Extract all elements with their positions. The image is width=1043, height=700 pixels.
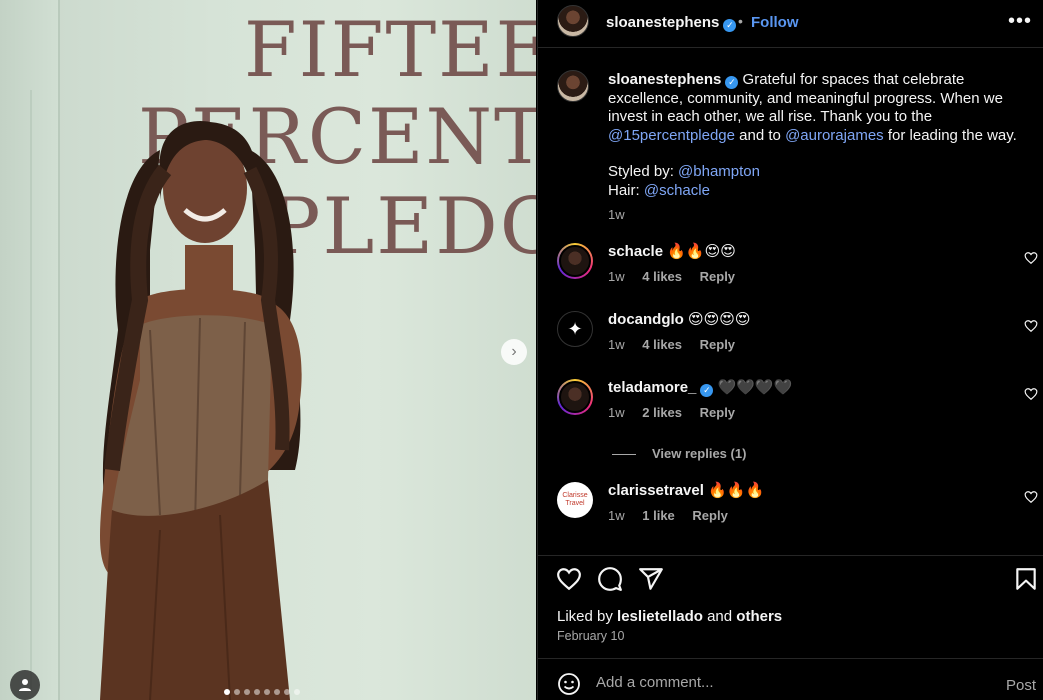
- comment-meta: 1w 1 like Reply: [608, 508, 742, 523]
- view-replies-label[interactable]: View replies (1): [652, 446, 746, 461]
- reply-button[interactable]: Reply: [700, 337, 735, 352]
- carousel-dot: [274, 689, 280, 695]
- like-comment-heart-icon[interactable]: [1024, 490, 1038, 504]
- liked-by-and: and: [707, 608, 733, 625]
- comment-likes[interactable]: 4 likes: [642, 269, 682, 284]
- like-comment-heart-icon[interactable]: [1024, 319, 1038, 333]
- comment-username[interactable]: teladamore_: [608, 379, 696, 396]
- carousel-dot: [234, 689, 240, 695]
- comment-body: 🔥🔥🔥: [708, 482, 765, 499]
- carousel-indicator: [224, 689, 300, 695]
- styled-by-label: Styled by:: [608, 163, 674, 180]
- caption-author-avatar[interactable]: [557, 70, 589, 102]
- like-comment-heart-icon[interactable]: [1024, 251, 1038, 265]
- comment-username[interactable]: schacle: [608, 243, 663, 260]
- liked-by-user[interactable]: leslietellado: [617, 608, 703, 625]
- verified-badge-icon: ✓: [723, 19, 737, 32]
- comment-text: teladamore_ ✓ 🖤🖤🖤🖤: [608, 379, 792, 397]
- post-image[interactable]: FIFTEEN PERCENT PLEDGE ›: [0, 0, 536, 700]
- comment-text: clarissetravel 🔥🔥🔥: [608, 482, 764, 500]
- comment-likes[interactable]: 1 like: [642, 508, 675, 523]
- mention-schacle[interactable]: @schacle: [644, 182, 710, 199]
- comment-username[interactable]: clarissetravel: [608, 482, 704, 499]
- chevron-right-icon: ›: [511, 343, 517, 360]
- comment-username[interactable]: docandglo: [608, 311, 684, 328]
- emoji-icon[interactable]: [557, 672, 581, 696]
- carousel-dot: [224, 689, 230, 695]
- comment-likes[interactable]: 4 likes: [642, 337, 682, 352]
- author-username[interactable]: sloanestephens ✓: [606, 14, 737, 32]
- comment-avatar[interactable]: [557, 379, 593, 415]
- comment-bubble-icon[interactable]: [597, 566, 623, 592]
- comment-avatar[interactable]: [557, 243, 593, 279]
- comment-body: 🔥🔥😍😍: [667, 243, 736, 260]
- bookmark-save-icon[interactable]: [1013, 566, 1039, 592]
- add-comment-bar: Post: [538, 658, 1043, 700]
- comment-likes[interactable]: 2 likes: [642, 405, 682, 420]
- carousel-dot: [284, 689, 290, 695]
- carousel-dot: [254, 689, 260, 695]
- liked-by-others[interactable]: others: [736, 608, 782, 625]
- caption-text-2: and to: [739, 126, 781, 144]
- post-side-panel: sloanestephens ✓ • Follow ••• sloanesteph…: [537, 0, 1043, 700]
- post-header: sloanestephens ✓ • Follow •••: [538, 0, 1043, 48]
- reply-button[interactable]: Reply: [692, 508, 727, 523]
- caption-body: sloanestephens ✓ Grateful for spaces that…: [608, 71, 1028, 225]
- separator-dot: •: [738, 13, 743, 29]
- post-actions: Liked by leslietellado and others Februa…: [538, 555, 1043, 700]
- person-figure: [100, 121, 302, 700]
- like-heart-icon[interactable]: [556, 566, 582, 592]
- comment-meta: 1w 4 likes Reply: [608, 269, 749, 284]
- comment-input[interactable]: [596, 667, 976, 697]
- carousel-dot: [264, 689, 270, 695]
- carousel-dot: [244, 689, 250, 695]
- mention-bhampton[interactable]: @bhampton: [678, 163, 760, 180]
- like-comment-heart-icon[interactable]: [1024, 387, 1038, 401]
- mention-15percentpledge[interactable]: @15percentpledge: [608, 127, 735, 144]
- hair-label: Hair:: [608, 181, 640, 199]
- comment-body: 😍😍😍😍: [688, 311, 751, 328]
- likes-summary: Liked by leslietellado and others: [557, 608, 782, 625]
- tagged-users-button[interactable]: [10, 670, 40, 700]
- comment-body: 🖤🖤🖤🖤: [717, 379, 793, 396]
- post-comment-button[interactable]: Post: [1006, 677, 1036, 694]
- more-options-icon[interactable]: •••: [1008, 10, 1032, 33]
- view-replies-button[interactable]: View replies (1): [612, 446, 746, 461]
- user-icon: [19, 679, 31, 691]
- liked-by-prefix: Liked by: [557, 608, 613, 625]
- follow-button[interactable]: Follow: [751, 14, 799, 31]
- mention-aurorajames[interactable]: @aurorajames: [785, 127, 884, 144]
- comment-text: schacle 🔥🔥😍😍: [608, 243, 736, 261]
- replies-divider-line: [612, 454, 636, 456]
- comment-text: docandglo 😍😍😍😍: [608, 311, 751, 329]
- reply-button[interactable]: Reply: [700, 405, 735, 420]
- share-send-icon[interactable]: [638, 566, 664, 592]
- comment-avatar[interactable]: ✦: [557, 311, 593, 347]
- comment-time[interactable]: 1w: [608, 337, 625, 352]
- clarisse-avatar-text: Clarisse Travel: [562, 492, 588, 507]
- caption-username[interactable]: sloanestephens: [608, 71, 721, 88]
- verified-badge-icon: ✓: [725, 76, 739, 89]
- verified-badge-icon: ✓: [700, 384, 714, 397]
- author-username-text[interactable]: sloanestephens: [606, 14, 719, 31]
- caption-text-3: for leading the way.: [887, 126, 1017, 144]
- comment-time[interactable]: 1w: [608, 269, 625, 284]
- post-date[interactable]: February 10: [557, 629, 624, 643]
- next-image-button[interactable]: ›: [501, 339, 527, 365]
- comment-avatar[interactable]: Clarisse Travel: [557, 482, 593, 518]
- comment-meta: 1w 4 likes Reply: [608, 337, 749, 352]
- reply-button[interactable]: Reply: [700, 269, 735, 284]
- comment-time[interactable]: 1w: [608, 508, 625, 523]
- author-avatar[interactable]: [557, 5, 589, 37]
- comment-time[interactable]: 1w: [608, 405, 625, 420]
- caption-timestamp[interactable]: 1w: [608, 206, 1028, 225]
- comment-meta: 1w 2 likes Reply: [608, 405, 749, 420]
- carousel-dot: [294, 689, 300, 695]
